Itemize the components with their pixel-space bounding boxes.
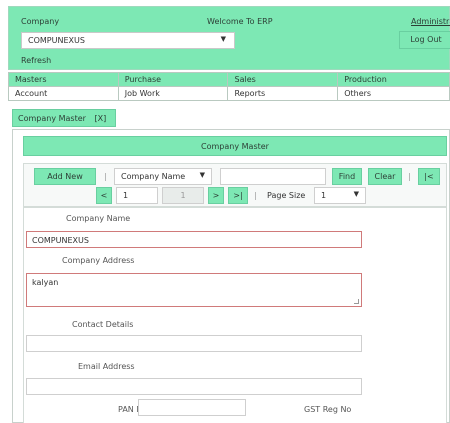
company-name-label: Company Name (66, 214, 131, 223)
resize-handle-icon[interactable] (354, 299, 359, 304)
menu-production[interactable]: Production (337, 72, 450, 87)
toolbar-separator: | (104, 172, 107, 181)
search-input[interactable] (220, 168, 326, 185)
app-header: Company Welcome To ERP Administrat COMPU… (8, 6, 450, 70)
company-select[interactable]: COMPUNEXUS ▼ (21, 32, 235, 49)
page-size-value: 1 (321, 191, 327, 200)
toolbar: Add New | Company Name ▼ Find Clear | |<… (23, 163, 447, 207)
search-field-select[interactable]: Company Name ▼ (114, 168, 212, 185)
add-new-button[interactable]: Add New (34, 168, 96, 185)
panel-title: Company Master (23, 136, 447, 156)
gst-reg-no-label: GST Reg No (304, 405, 352, 414)
last-page-button[interactable]: >| (228, 187, 248, 204)
menu-purchase[interactable]: Purchase (117, 72, 229, 87)
search-field-value: Company Name (121, 172, 186, 181)
menu-reports[interactable]: Reports (227, 86, 339, 101)
first-page-button[interactable]: |< (418, 168, 440, 185)
find-button[interactable]: Find (332, 168, 362, 185)
pan-no-input[interactable] (138, 399, 246, 416)
toolbar-separator: | (408, 172, 411, 181)
tab-label: Company Master (18, 114, 86, 123)
menu-job-work[interactable]: Job Work (117, 86, 229, 101)
page-input[interactable]: 1 (116, 187, 158, 204)
company-form: Company Name COMPUNEXUS Company Address … (23, 207, 447, 423)
menu-account[interactable]: Account (8, 86, 119, 101)
company-address-label: Company Address (62, 256, 135, 265)
menu-masters[interactable]: Masters (8, 72, 119, 87)
admin-link[interactable]: Administrat (411, 17, 450, 26)
page-size-label: Page Size (267, 191, 306, 200)
main-menu: Masters Purchase Sales Production Accoun… (8, 72, 450, 101)
company-name-input[interactable]: COMPUNEXUS (26, 231, 362, 248)
email-address-input[interactable] (26, 378, 362, 395)
chevron-down-icon: ▼ (353, 190, 359, 198)
contact-details-input[interactable] (26, 335, 362, 352)
menu-sales[interactable]: Sales (227, 72, 339, 87)
clear-button[interactable]: Clear (368, 168, 402, 185)
menu-others[interactable]: Others (337, 86, 450, 101)
email-address-label: Email Address (78, 362, 135, 371)
tab-close-button[interactable]: [X] (94, 114, 106, 123)
chevron-down-icon: ▼ (199, 171, 205, 179)
company-address-value: kalyan (32, 278, 59, 287)
refresh-link[interactable]: Refresh (21, 56, 51, 65)
page-size-select[interactable]: 1 ▼ (314, 187, 366, 204)
contact-details-label: Contact Details (72, 320, 134, 329)
chevron-down-icon: ▼ (220, 35, 226, 43)
prev-page-button[interactable]: < (96, 187, 112, 204)
logout-button[interactable]: Log Out (399, 31, 450, 49)
tab-company-master[interactable]: Company Master [X] (12, 109, 116, 127)
toolbar-separator: | (254, 191, 257, 200)
company-label: Company (21, 17, 60, 26)
company-select-value: COMPUNEXUS (28, 36, 85, 45)
welcome-text: Welcome To ERP (207, 17, 273, 26)
company-address-textarea[interactable]: kalyan (26, 273, 362, 307)
next-page-button[interactable]: > (208, 187, 224, 204)
company-master-panel: Company Master Add New | Company Name ▼ … (12, 129, 450, 423)
page-total: 1 (162, 187, 204, 204)
